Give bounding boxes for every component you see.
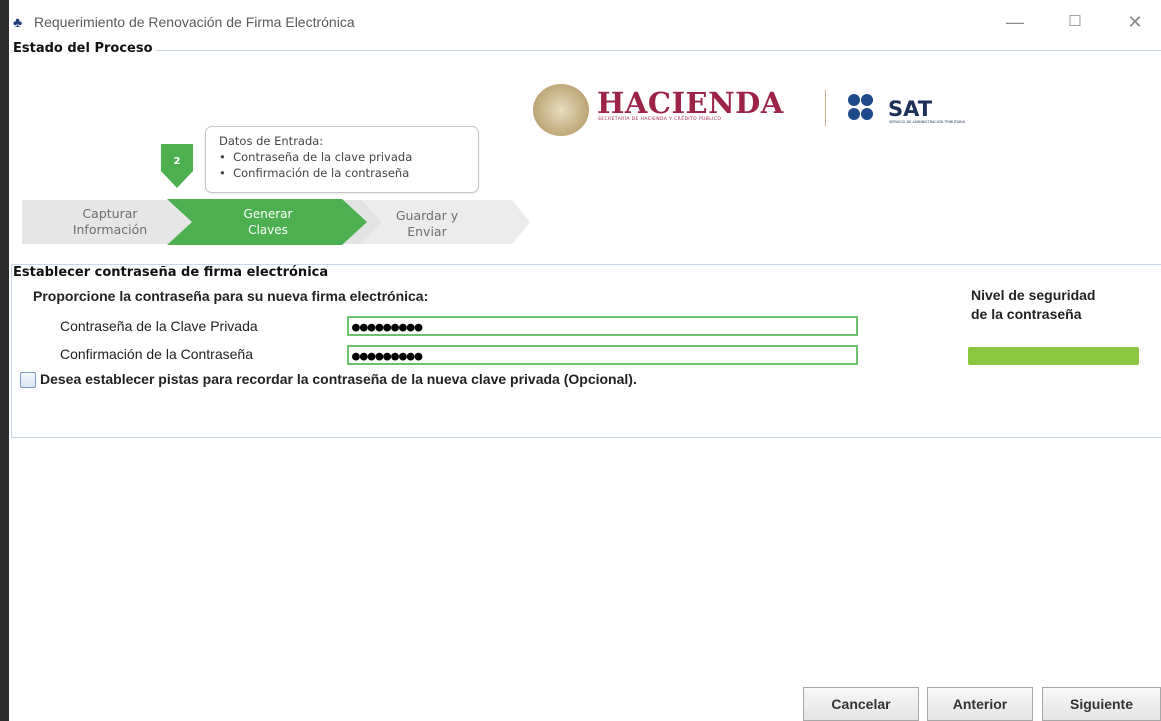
process-group-border bbox=[11, 50, 1161, 51]
security-level-title: Nivel de seguridad bbox=[971, 287, 1096, 303]
security-level-subtitle: de la contraseña bbox=[971, 306, 1082, 322]
cancel-button[interactable]: Cancelar bbox=[803, 687, 919, 721]
step-save-send: Guardar y Enviar bbox=[395, 208, 459, 239]
tooltip-item: • Confirmación de la contraseña bbox=[219, 166, 410, 180]
sat-logo-icon bbox=[848, 94, 873, 120]
password-field[interactable]: ●●●●●●●●● bbox=[347, 316, 858, 336]
password-label: Contraseña de la Clave Privada bbox=[60, 318, 258, 334]
instruction-text: Proporcione la contraseña para su nueva … bbox=[33, 288, 429, 304]
input-data-tooltip: Datos de Entrada: • Contraseña de la cla… bbox=[205, 126, 479, 193]
password-group-border-left bbox=[11, 264, 12, 438]
window-left-edge bbox=[0, 0, 9, 721]
minimize-button[interactable]: — bbox=[1000, 10, 1030, 34]
hacienda-logo-text: HACIENDA bbox=[597, 86, 784, 120]
hints-checkbox-label: Desea establecer pistas para recordar la… bbox=[40, 371, 637, 387]
tooltip-title: Datos de Entrada: bbox=[219, 134, 324, 148]
password-group-title: Establecer contraseña de firma electróni… bbox=[13, 265, 332, 280]
step-capture-info: Capturar Información bbox=[72, 206, 148, 237]
security-level-bar bbox=[968, 347, 1139, 365]
window-title: Requerimiento de Renovación de Firma Ele… bbox=[34, 14, 355, 30]
next-button[interactable]: Siguiente bbox=[1042, 687, 1161, 721]
coat-of-arms-logo bbox=[533, 84, 589, 136]
security-level-fill bbox=[968, 347, 1139, 365]
sat-logo-subtitle: SERVICIO DE ADMINISTRACIÓN TRIBUTARIA bbox=[889, 120, 965, 124]
maximize-button[interactable]: ☐ bbox=[1060, 10, 1090, 34]
step-number: 2 bbox=[173, 156, 181, 167]
hacienda-logo-subtitle: SECRETARÍA DE HACIENDA Y CRÉDITO PÚBLICO bbox=[598, 117, 722, 122]
close-button[interactable]: ✕ bbox=[1120, 10, 1150, 34]
confirm-password-field[interactable]: ●●●●●●●●● bbox=[347, 345, 858, 365]
app-icon: ♣ bbox=[13, 14, 23, 30]
tooltip-item: • Contraseña de la clave privada bbox=[219, 150, 413, 164]
logo-divider bbox=[825, 90, 826, 126]
process-group-title: Estado del Proceso bbox=[13, 41, 156, 56]
previous-button[interactable]: Anterior bbox=[927, 687, 1033, 721]
step-generate-keys: Generar Claves bbox=[243, 207, 293, 237]
confirm-password-label: Confirmación de la Contraseña bbox=[60, 346, 253, 362]
password-group-border-bottom bbox=[11, 437, 1161, 438]
sat-logo-text: SAT bbox=[888, 97, 933, 121]
hints-checkbox[interactable] bbox=[20, 372, 36, 388]
